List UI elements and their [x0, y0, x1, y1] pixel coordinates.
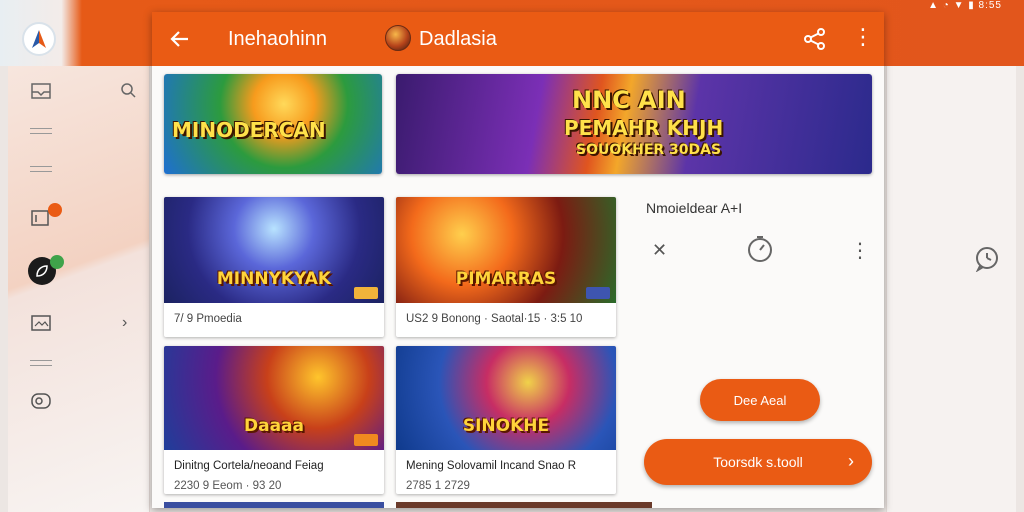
status-bar: ▲ ◔ ▼ ▮ 8:55: [928, 0, 1002, 11]
primary-action-button[interactable]: Dee Aeal: [700, 379, 820, 421]
thumbnail-title: PIMARRAS: [455, 269, 557, 289]
status-badge: [50, 255, 64, 269]
card-meta: 7/ 9 Pmoedia: [174, 313, 242, 325]
menu-line-icon: [30, 128, 52, 134]
more-vert-icon[interactable]: ⋮: [852, 26, 874, 48]
card-meta: Mening Solovamil Incand Snao R: [406, 460, 577, 472]
toggle-icon[interactable]: [30, 392, 52, 413]
price-tag: [586, 287, 610, 299]
game-thumbnail: MINNYKYAK: [164, 197, 384, 303]
game-thumbnail: SINOKHE: [396, 346, 616, 450]
thumbnail-title: Daaaa: [244, 416, 304, 436]
game-thumbnail: Daaaa: [164, 346, 384, 450]
chevron-right-icon[interactable]: ›: [122, 314, 127, 332]
secondary-action-label: Toorsdk s.tooll: [713, 454, 803, 470]
app-title: Inehaohinn: [228, 28, 327, 50]
more-vert-icon[interactable]: ⋮: [850, 238, 870, 263]
game-thumbnail: PIMARRAS: [396, 197, 616, 303]
share-icon[interactable]: [802, 26, 828, 52]
chat-icon[interactable]: [974, 246, 1000, 275]
chevron-right-icon: ›: [848, 451, 854, 471]
banner-line-1: NNC AIN: [572, 86, 686, 114]
game-card[interactable]: Daaaa Dinitng Cortela/neoand Feiag 2230 …: [164, 346, 384, 494]
menu-line-icon: [30, 166, 52, 172]
game-title: Dadlasia: [419, 28, 497, 50]
banner-line-2: PEMAHR KHJH: [564, 116, 724, 140]
game-card[interactable]: MINNYKYAK 7/ 9 Pmoedia: [164, 197, 384, 337]
game-logo-icon: [385, 25, 411, 51]
card-submeta: 2785 1 2729: [406, 480, 470, 492]
card-meta: Dinitng Cortela/neoand Feiag: [174, 460, 324, 472]
panel-title: Nmoieldear A+I: [646, 200, 743, 216]
next-card-peek: [164, 502, 384, 508]
price-tag: [354, 434, 378, 446]
card-submeta: 2230 9 Eeom · 93 20: [174, 480, 282, 492]
stopwatch-icon[interactable]: [746, 235, 774, 268]
featured-banner[interactable]: MINODERCAN: [164, 74, 382, 174]
banner-line-3: SOUOKHER 30DAS: [576, 142, 722, 158]
close-icon[interactable]: ✕: [652, 240, 667, 261]
thumbnail-title: SINOKHE: [462, 416, 550, 436]
app-window: Inehaohinn Dadlasia ⋮ MINODERCAN NNC AIN…: [152, 12, 884, 508]
search-icon[interactable]: [120, 82, 136, 101]
game-card[interactable]: SINOKHE Mening Solovamil Incand Snao R 2…: [396, 346, 616, 494]
app-bar: Inehaohinn Dadlasia ⋮: [152, 12, 884, 66]
image-icon[interactable]: [30, 314, 52, 335]
next-card-peek: [396, 502, 652, 508]
price-tag: [354, 287, 378, 299]
back-arrow-icon[interactable]: [168, 27, 192, 51]
background-right-pane: [886, 66, 1016, 512]
game-card[interactable]: PIMARRAS US2 9 Bonong · Saotal·15 · 3:5 …: [396, 197, 616, 337]
inbox-icon[interactable]: [30, 82, 52, 103]
menu-line-icon: [30, 360, 52, 366]
app-logo-icon[interactable]: [22, 22, 56, 56]
banner-title: MINODERCAN: [172, 118, 326, 142]
promo-banner[interactable]: NNC AIN PEMAHR KHJH SOUOKHER 30DAS: [396, 74, 872, 174]
secondary-action-button[interactable]: Toorsdk s.tooll ›: [644, 439, 872, 485]
notification-badge: [48, 203, 62, 217]
card-meta: US2 9 Bonong · Saotal·15 · 3:5 10: [406, 313, 583, 325]
thumbnail-title: MINNYKYAK: [216, 269, 332, 289]
